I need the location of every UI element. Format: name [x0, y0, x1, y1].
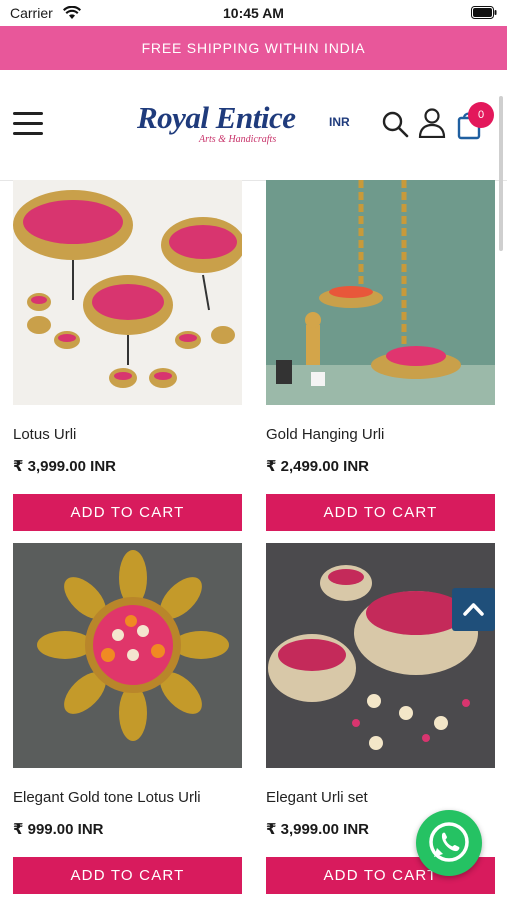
promo-banner: FREE SHIPPING WITHIN INDIA — [0, 26, 507, 70]
site-header: Royal Entice INR Arts & Handicrafts 0 — [0, 70, 507, 181]
add-to-cart-button[interactable]: ADD TO CART — [13, 857, 242, 894]
whatsapp-icon — [429, 822, 469, 862]
logo-text: Royal Entice — [137, 100, 296, 135]
product-card[interactable]: Gold Hanging Urli ₹ 2,499.00 INR ADD TO … — [266, 180, 495, 531]
product-image[interactable] — [13, 543, 242, 768]
product-price: ₹ 999.00 INR — [13, 821, 104, 838]
logo-currency: INR — [329, 115, 350, 129]
menu-icon[interactable] — [13, 112, 43, 136]
whatsapp-button[interactable] — [416, 810, 482, 876]
chevron-up-icon — [463, 603, 484, 616]
product-name[interactable]: Lotus Urli — [13, 426, 76, 443]
product-image[interactable] — [13, 180, 242, 405]
product-card[interactable]: Lotus Urli ₹ 3,999.00 INR ADD TO CART — [13, 180, 242, 531]
product-price: ₹ 2,499.00 INR — [266, 458, 369, 475]
battery-icon — [471, 6, 497, 19]
product-card[interactable]: Elegant Urli set ₹ 3,999.00 INR ADD TO C… — [266, 543, 495, 894]
search-icon[interactable] — [381, 110, 409, 138]
product-card[interactable]: Elegant Gold tone Lotus Urli ₹ 999.00 IN… — [13, 543, 242, 894]
scrollbar[interactable] — [499, 96, 503, 251]
product-image[interactable] — [266, 543, 495, 768]
product-image[interactable] — [266, 180, 495, 405]
user-icon[interactable] — [418, 108, 446, 138]
logo-tagline: Arts & Handicrafts — [199, 134, 277, 145]
cart-count-badge: 0 — [468, 102, 494, 128]
product-name[interactable]: Gold Hanging Urli — [266, 426, 384, 443]
product-price: ₹ 3,999.00 INR — [13, 458, 116, 475]
logo[interactable]: Royal Entice INR Arts & Handicrafts — [137, 100, 357, 150]
status-bar: Carrier 10:45 AM — [0, 0, 507, 26]
add-to-cart-button[interactable]: ADD TO CART — [266, 494, 495, 531]
product-name[interactable]: Elegant Gold tone Lotus Urli — [13, 789, 201, 806]
scroll-to-top-button[interactable] — [452, 588, 495, 631]
add-to-cart-button[interactable]: ADD TO CART — [13, 494, 242, 531]
clock: 10:45 AM — [223, 5, 284, 21]
product-name[interactable]: Elegant Urli set — [266, 789, 368, 806]
product-price: ₹ 3,999.00 INR — [266, 821, 369, 838]
